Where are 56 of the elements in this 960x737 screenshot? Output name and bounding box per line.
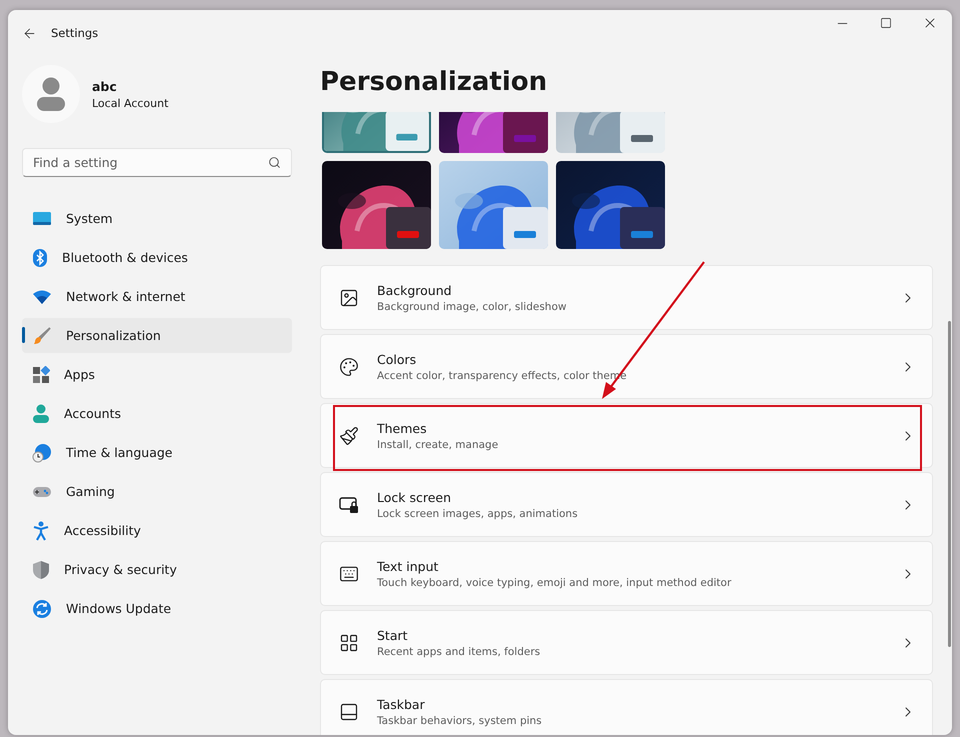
bluetooth-icon <box>32 248 48 268</box>
selection-indicator <box>22 327 25 343</box>
taskbar-icon <box>339 702 359 722</box>
nav-item[interactable]: Gaming <box>22 474 292 509</box>
person-icon <box>36 77 66 111</box>
nav-item[interactable]: System <box>22 201 292 236</box>
settings-row[interactable]: Background Background image, color, slideshow <box>320 265 933 330</box>
brush-icon <box>32 326 52 346</box>
row-title: Themes <box>377 420 428 436</box>
row-title: Taskbar <box>377 696 426 712</box>
nav-item[interactable]: Accessibility <box>22 513 292 548</box>
row-title: Text input <box>377 558 440 574</box>
account-type: Local Account <box>92 96 168 110</box>
wifi-icon <box>32 290 52 304</box>
maximize-icon[interactable] <box>880 17 892 29</box>
settings-row[interactable]: Themes Install, create, manage <box>320 403 933 468</box>
image-icon <box>339 288 359 308</box>
row-title: Colors <box>377 352 418 366</box>
nav-item[interactable]: Network & internet <box>22 279 292 314</box>
grid-icon <box>339 632 359 652</box>
settings-row[interactable]: Text input Touch keyboard, voice typing, emoji and more, input method editor <box>320 541 933 606</box>
gamepad-icon <box>32 484 52 498</box>
nav-item[interactable]: Windows Update <box>22 591 292 626</box>
nav-item[interactable]: Apps <box>22 357 292 392</box>
nav-item[interactable]: Accounts <box>22 396 292 431</box>
palette-icon <box>339 356 359 376</box>
row-description: Taskbar behaviors, system pins <box>377 714 543 726</box>
monitor-icon <box>32 210 52 226</box>
row-description: Install, create, manage <box>377 438 500 450</box>
settings-row[interactable]: Lock screen Lock screen images, apps, animations <box>320 472 933 537</box>
window-title: Settings <box>51 26 100 40</box>
account-name: abc <box>92 78 118 94</box>
accessibility-icon <box>32 520 50 540</box>
nav-item[interactable]: Bluetooth & devices <box>22 240 292 275</box>
globe-clock-icon <box>32 442 52 462</box>
row-description: Background image, color, slideshow <box>377 300 568 312</box>
row-title: Start <box>377 628 409 642</box>
shield-icon <box>32 560 50 580</box>
search-field[interactable]: Find a setting <box>22 148 292 177</box>
update-icon <box>32 598 52 618</box>
settings-row[interactable]: Taskbar Taskbar behaviors, system pins <box>320 679 933 735</box>
row-description: Touch keyboard, voice typing, emoji and more, input method editor <box>377 576 732 588</box>
nav-item[interactable]: Time & language <box>22 435 292 470</box>
person-icon <box>32 404 50 424</box>
row-description: Lock screen images, apps, animations <box>377 508 579 520</box>
brush-icon <box>339 426 359 446</box>
apps-icon <box>32 366 50 384</box>
row-title: Background <box>377 282 453 298</box>
page-title: Personalization <box>320 66 548 99</box>
row-description: Recent apps and items, folders <box>377 646 542 658</box>
nav-item[interactable]: Privacy & security <box>22 552 292 587</box>
settings-row[interactable]: Start Recent apps and items, folders <box>320 610 933 675</box>
row-title: Lock screen <box>377 490 452 504</box>
search-icon <box>268 156 281 169</box>
lock-screen-icon <box>339 496 359 514</box>
nav-item[interactable]: Personalization <box>22 318 292 353</box>
